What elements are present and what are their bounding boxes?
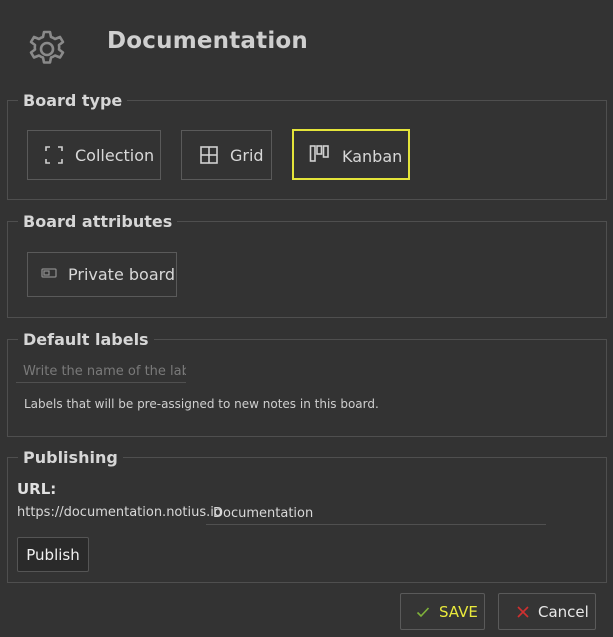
close-icon bbox=[517, 606, 529, 618]
toggle-icon bbox=[41, 268, 57, 278]
save-label: SAVE bbox=[439, 603, 478, 621]
private-board-label: Private board bbox=[68, 265, 176, 284]
url-slug-input[interactable] bbox=[206, 503, 546, 525]
board-type-collection-button[interactable]: Collection bbox=[27, 130, 161, 180]
gear-icon bbox=[29, 30, 65, 64]
kanban-label: Kanban bbox=[342, 147, 403, 166]
url-prefix: https://documentation.notius.io bbox=[17, 505, 222, 520]
dialog-header: Documentation bbox=[0, 0, 613, 90]
collection-label: Collection bbox=[75, 146, 155, 165]
grid-icon bbox=[200, 146, 218, 164]
url-label: URL: bbox=[17, 480, 57, 498]
grid-label: Grid bbox=[230, 146, 264, 165]
default-labels-help: Labels that will be pre-assigned to new … bbox=[24, 397, 379, 411]
board-type-legend: Board type bbox=[23, 91, 123, 110]
save-button[interactable]: SAVE bbox=[400, 593, 485, 630]
default-labels-section: Default labels bbox=[7, 330, 607, 437]
cancel-label: Cancel bbox=[538, 603, 589, 621]
board-attributes-legend: Board attributes bbox=[23, 212, 173, 231]
publish-button[interactable]: Publish bbox=[17, 537, 89, 572]
kanban-icon bbox=[309, 145, 329, 162]
collection-icon bbox=[45, 146, 63, 164]
check-icon bbox=[416, 607, 430, 618]
default-labels-legend: Default labels bbox=[23, 330, 149, 349]
label-name-input[interactable] bbox=[16, 361, 186, 383]
private-board-toggle[interactable]: Private board bbox=[27, 252, 177, 297]
board-type-kanban-button[interactable]: Kanban bbox=[292, 129, 410, 180]
board-type-grid-button[interactable]: Grid bbox=[181, 130, 272, 180]
cancel-button[interactable]: Cancel bbox=[498, 593, 596, 630]
page-title: Documentation bbox=[107, 28, 309, 54]
publishing-legend: Publishing bbox=[23, 448, 118, 467]
